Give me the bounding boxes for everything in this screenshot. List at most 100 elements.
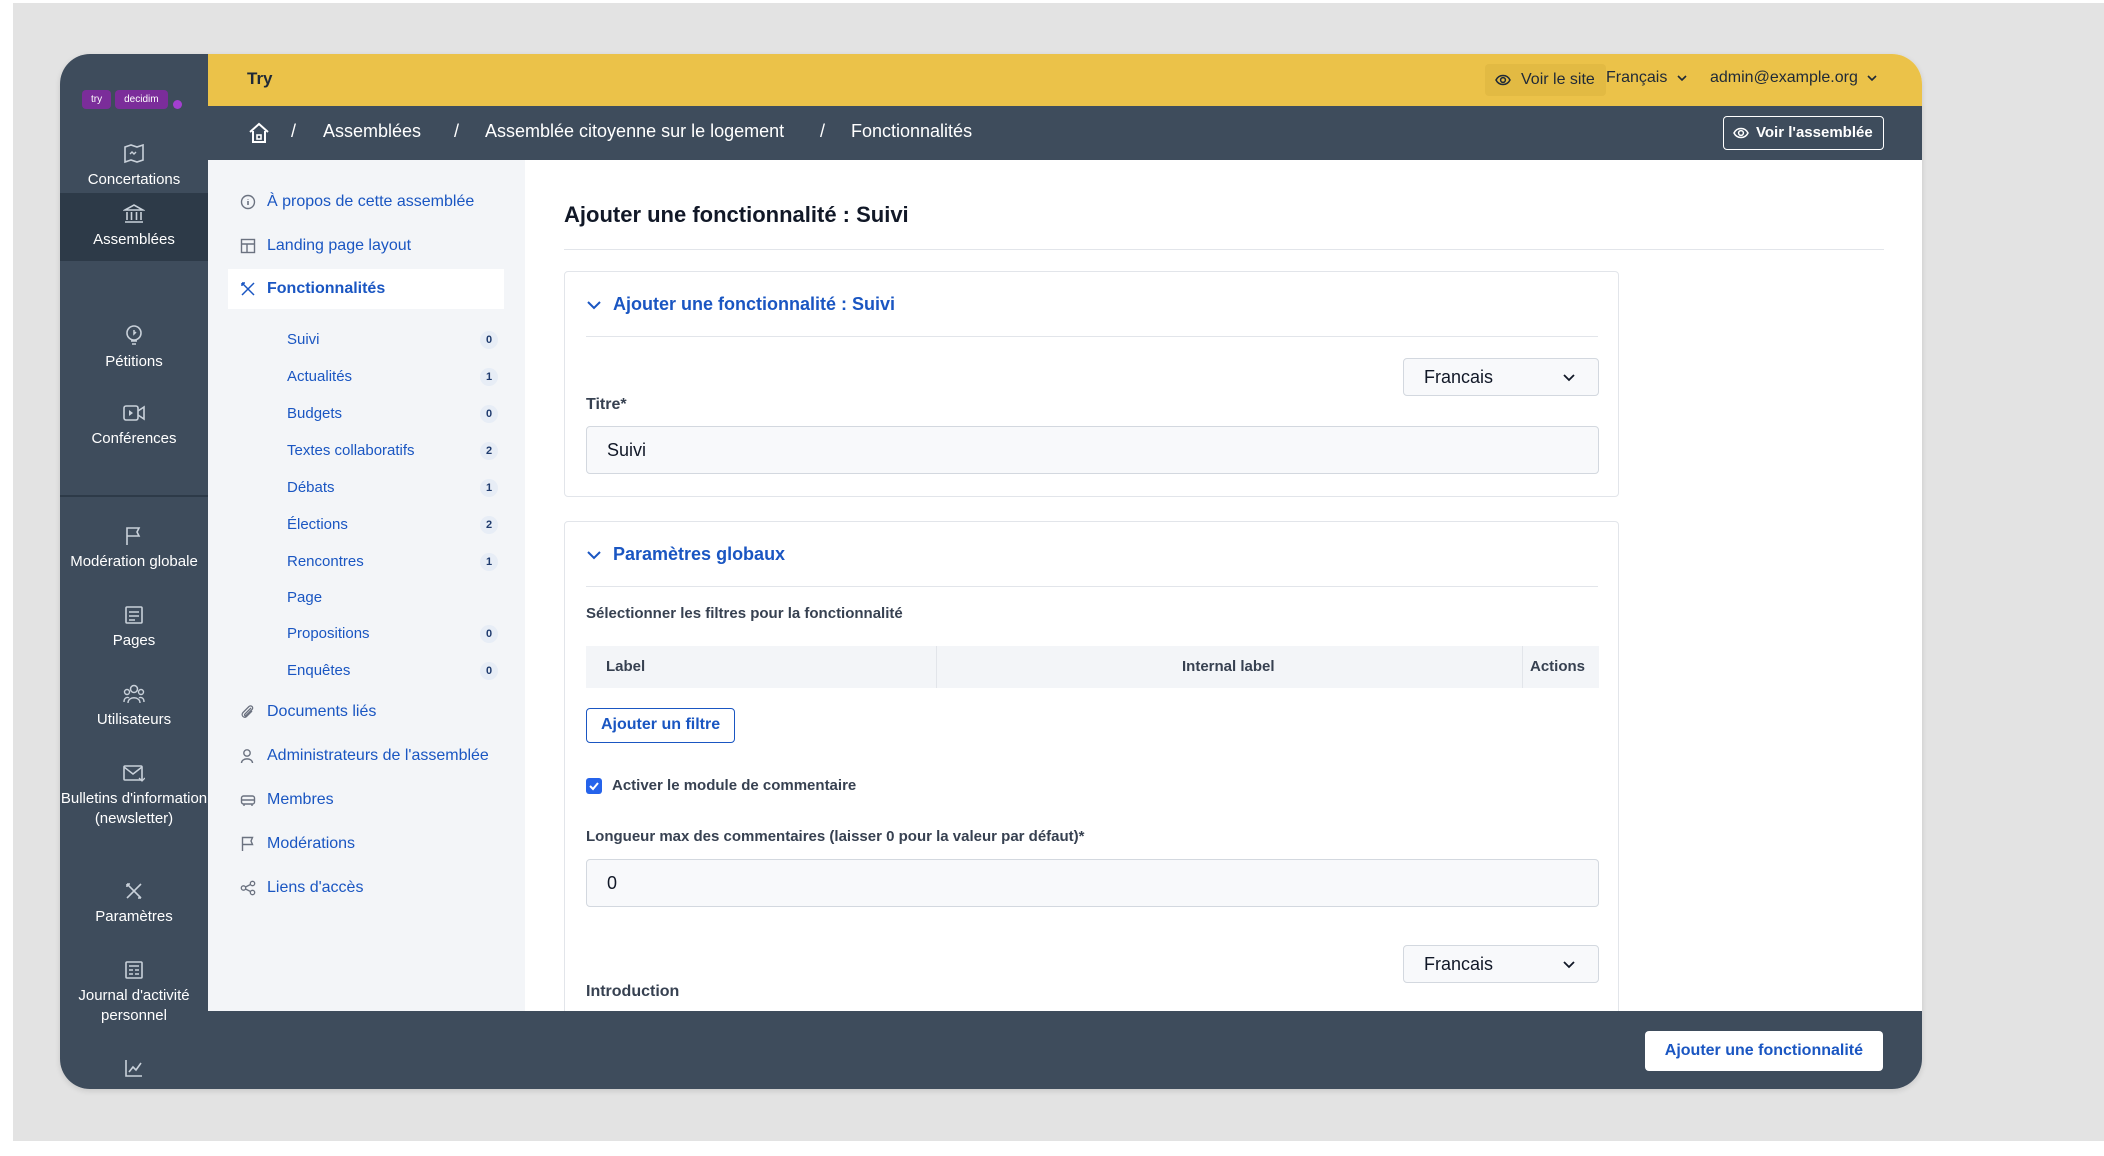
rail-item-statistics[interactable] (60, 1058, 208, 1084)
chevron-down-icon (587, 551, 601, 560)
chevron-down-icon (1677, 75, 1687, 82)
subnav-moderations[interactable]: Modérations (228, 824, 504, 864)
component-label: Propositions (287, 625, 370, 642)
form-actions-bar: Ajouter une fonctionnalité (208, 1011, 1922, 1089)
conferences-icon (123, 405, 145, 421)
rail-item-users[interactable]: Utilisateurs (60, 684, 208, 730)
language-label: Français (1606, 69, 1668, 86)
add-feature-button[interactable]: Ajouter une fonctionnalité (1644, 1031, 1883, 1071)
newsletter-icon (123, 765, 145, 782)
subnav-label: Liens d'accès (267, 879, 364, 896)
component-item-rencontres[interactable]: Rencontres 1 (287, 553, 498, 571)
view-assembly-button[interactable]: Voir l'assemblée (1723, 116, 1884, 150)
breadcrumb-separator: / (820, 121, 826, 141)
max-length-label: Longueur max des commentaires (laisser 0… (586, 828, 1085, 845)
component-item-page[interactable]: Page (287, 589, 498, 606)
rail-item-global-moderation[interactable]: Modération globale (60, 526, 208, 572)
breadcrumb-assembly[interactable]: Assemblée citoyenne sur le logement (485, 121, 784, 142)
breadcrumb: / Assemblées / Assemblée citoyenne sur l… (208, 106, 1922, 160)
title-language-select[interactable]: Francais (1403, 358, 1599, 396)
rail-item-pages[interactable]: Pages (60, 605, 208, 651)
rail-item-assemblies[interactable]: Assemblées (60, 193, 208, 261)
rail-item-newsletters[interactable]: Bulletins d'information (newsletter) (60, 763, 208, 829)
tools-icon (241, 282, 255, 296)
concertations-icon (124, 144, 144, 164)
layout-icon (240, 238, 256, 254)
card-toggle-title[interactable]: Ajouter une fonctionnalité : Suivi (586, 294, 895, 315)
view-assembly-label: Voir l'assemblée (1756, 124, 1873, 141)
view-site-button[interactable]: Voir le site (1485, 64, 1606, 96)
component-label: Textes collaboratifs (287, 442, 415, 459)
component-count: 2 (480, 516, 498, 534)
organization-name[interactable]: Try (247, 69, 273, 89)
admin-window: try decidim Concertations Assemblées Pét… (60, 54, 1922, 1089)
component-label: Débats (287, 479, 335, 496)
card-toggle-global-settings[interactable]: Paramètres globaux (586, 544, 785, 565)
subnav-members[interactable]: Membres (228, 780, 504, 820)
component-item-propositions[interactable]: Propositions 0 (287, 625, 498, 643)
pages-icon (125, 606, 143, 624)
title-input[interactable]: Suivi (586, 426, 1599, 474)
component-item-debats[interactable]: Débats 1 (287, 479, 498, 497)
subnav-label: À propos de cette assemblée (267, 193, 475, 210)
chevron-down-icon (1867, 75, 1877, 82)
user-menu[interactable]: admin@example.org (1710, 69, 1878, 87)
card-divider (586, 336, 1598, 337)
rail-label: Pages (112, 632, 156, 649)
component-item-enquetes[interactable]: Enquêtes 0 (287, 662, 498, 680)
subnav-share-tokens[interactable]: Liens d'accès (228, 868, 504, 908)
rail-label: Conférences (91, 430, 177, 447)
component-label: Actualités (287, 368, 353, 385)
card-heading: Paramètres globaux (613, 544, 786, 564)
language-chooser[interactable]: Français (1606, 69, 1688, 87)
rail-item-settings[interactable]: Paramètres (60, 881, 208, 927)
component-label: Page (287, 589, 323, 606)
user-admin-icon (240, 749, 254, 764)
eye-icon (1733, 127, 1749, 139)
rail-item-conferences[interactable]: Conférences (60, 403, 208, 449)
subnav-about[interactable]: À propos de cette assemblée (228, 182, 504, 222)
subnav-admins[interactable]: Administrateurs de l'assemblée (228, 736, 504, 776)
add-filter-button[interactable]: Ajouter un filtre (586, 708, 736, 743)
subnav-features[interactable]: Fonctionnalités (228, 269, 504, 309)
title-divider (564, 249, 1884, 250)
breadcrumb-assemblies[interactable]: Assemblées (323, 121, 421, 142)
introduction-label: Introduction (586, 983, 680, 1000)
subnav-label: Administrateurs de l'assemblée (267, 747, 489, 764)
main-sidebar: try decidim Concertations Assemblées Pét… (60, 54, 208, 1089)
subnav-attachments[interactable]: Documents liés (228, 692, 504, 732)
global-settings-card: Paramètres globaux Sélectionner les filt… (564, 521, 1619, 1011)
rail-item-petitions[interactable]: Pétitions (60, 324, 208, 372)
rail-label: Assemblées (93, 231, 175, 248)
intro-language-select[interactable]: Francais (1403, 945, 1599, 983)
flag-icon (126, 527, 141, 545)
comments-enabled-checkbox[interactable] (586, 778, 602, 794)
component-label: Élections (287, 516, 348, 533)
component-item-suivi[interactable]: Suivi 0 (287, 331, 498, 349)
column-divider (1522, 646, 1523, 688)
subnav-landing-page-layout[interactable]: Landing page layout (228, 226, 504, 266)
component-item-elections[interactable]: Élections 2 (287, 516, 498, 534)
rail-item-activity-log[interactable]: Journal d'activité personnel (60, 960, 208, 1026)
component-item-textes-collaboratifs[interactable]: Textes collaboratifs 2 (287, 442, 498, 460)
breadcrumb-features[interactable]: Fonctionnalités (851, 121, 972, 142)
max-length-input[interactable]: 0 (586, 859, 1599, 907)
subnav-label: Membres (267, 791, 334, 808)
filters-label: Sélectionner les filtres pour la fonctio… (586, 605, 903, 622)
component-label: Rencontres (287, 553, 364, 570)
card-divider (586, 586, 1598, 587)
comments-enabled-label[interactable]: Activer le module de commentaire (612, 777, 856, 794)
decidim-logo[interactable]: try decidim (82, 90, 182, 109)
flag-icon (241, 836, 254, 851)
column-actions: Actions (1529, 658, 1585, 675)
rail-label: Paramètres (95, 908, 173, 925)
rail-label: Utilisateurs (96, 711, 172, 728)
component-item-actualites[interactable]: Actualités 1 (287, 368, 498, 386)
column-divider (936, 646, 937, 688)
component-item-budgets[interactable]: Budgets 0 (287, 405, 498, 423)
top-bar: Try Voir le site Français admin@example.… (208, 54, 1922, 106)
logo-part-decidim: decidim (115, 90, 168, 109)
home-icon[interactable] (248, 122, 270, 144)
component-count: 2 (480, 442, 498, 460)
component-count: 1 (480, 368, 498, 386)
